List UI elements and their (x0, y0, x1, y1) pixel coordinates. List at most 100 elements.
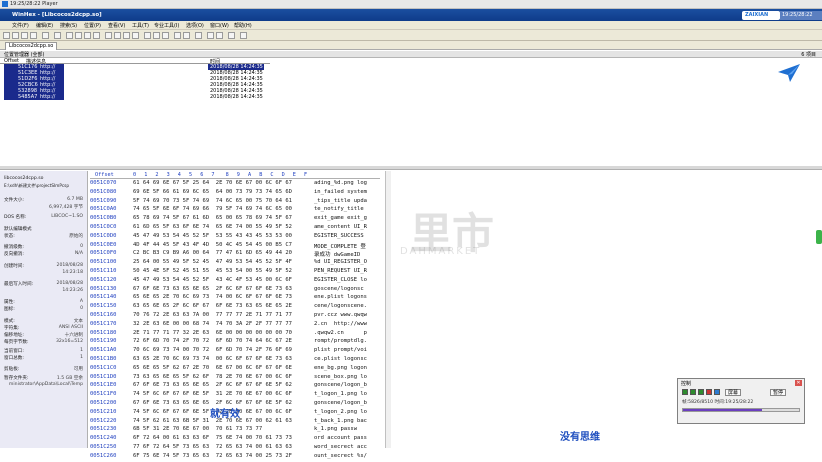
copy-icon[interactable] (75, 32, 82, 39)
hex-ascii[interactable]: exit_game exit_g (314, 215, 367, 221)
play-icon[interactable] (682, 389, 688, 395)
hex-ascii[interactable]: MODE_COMPLETE 登 (314, 242, 366, 250)
hex-row[interactable]: 0051C150 63 65 6E 65 2F 6C 6F 67 6F 6E 73… (90, 303, 390, 312)
hex-ascii[interactable]: k_1.png passw (314, 426, 357, 432)
hex-ascii[interactable]: EGISTER_SUCCESS (314, 233, 367, 239)
print-icon[interactable] (30, 32, 37, 39)
splitter[interactable] (0, 166, 822, 170)
hex-offset[interactable]: 0051C240 (90, 435, 117, 441)
hex-row[interactable]: 0051C180 2E 71 77 71 77 32 2E 63 6E 00 00… (90, 330, 390, 339)
paste-icon[interactable] (84, 32, 91, 39)
hex-ascii[interactable]: EGISTER_CLOSE lo (314, 277, 367, 283)
hex-offset[interactable]: 0051C090 (90, 198, 117, 204)
hex-bytes[interactable]: 77 6F 72 64 5F 73 65 63 72 65 63 74 00 6… (133, 444, 292, 450)
hex-bytes[interactable]: C2 BC B3 C9 B9 A6 00 64 77 47 61 6D 65 4… (133, 250, 292, 256)
hex-bytes[interactable]: 5F 74 69 70 73 5F 74 69 74 6C 65 00 75 7… (133, 198, 292, 204)
hex-offset[interactable]: 0051C1D0 (90, 374, 117, 380)
disk-icon[interactable] (174, 32, 181, 39)
hex-offset[interactable]: 0051C1E0 (90, 382, 117, 388)
hex-row[interactable]: 0051C090 5F 74 69 70 73 5F 74 69 74 6C 65… (90, 198, 390, 207)
hex-row[interactable]: 0051C200 67 6F 6E 73 63 65 6E 65 2F 6C 6F… (90, 400, 390, 409)
hex-offset[interactable]: 0051C110 (90, 268, 117, 274)
hex-ascii[interactable]: %d UI_REGISTER_O (314, 259, 367, 265)
hex-row[interactable]: 0051C1B0 63 65 2E 70 6C 69 73 74 00 6C 6F… (90, 356, 390, 365)
find-hex-icon[interactable] (114, 32, 121, 39)
goto-offset-icon[interactable] (144, 32, 151, 39)
hex-bytes[interactable]: 74 65 5F 6E 6F 74 69 66 79 5F 74 69 74 6… (133, 206, 292, 212)
hex-bytes[interactable]: 45 47 49 53 54 45 52 5F 43 4C 4F 53 45 0… (133, 277, 292, 283)
next-icon[interactable] (216, 32, 223, 39)
hex-bytes[interactable]: 72 6F 6D 70 74 2F 70 72 6F 6D 70 74 64 6… (133, 338, 292, 344)
hex-ascii[interactable]: t_logon_1.png lo (314, 391, 367, 397)
hex-row[interactable]: 0051C1D0 73 63 65 6E 65 5F 62 6F 78 2E 70… (90, 374, 390, 383)
hex-offset[interactable]: 0051C120 (90, 277, 117, 283)
hex-row[interactable]: 0051C0D0 45 47 49 53 54 45 52 5F 53 55 43… (90, 233, 390, 242)
progress-track[interactable] (682, 408, 800, 412)
hex-row[interactable]: 0051C070 61 64 69 6E 67 5F 25 64 2E 70 6E… (90, 180, 390, 189)
hex-row[interactable]: 0051C190 72 6F 6D 70 74 2F 70 72 6F 6D 70… (90, 338, 390, 347)
menu-window[interactable]: 窗口(W) (210, 22, 229, 29)
close-icon[interactable]: ✕ (795, 380, 802, 386)
hex-row[interactable]: 0051C140 65 6E 65 2E 70 6C 69 73 74 00 6C… (90, 294, 390, 303)
hex-row[interactable]: 0051C110 50 45 4E 5F 52 45 51 55 45 53 54… (90, 268, 390, 277)
hex-row[interactable]: 0051C0A0 74 65 5F 6E 6F 74 69 66 79 5F 74… (90, 206, 390, 215)
hex-offset[interactable]: 0051C250 (90, 444, 117, 450)
hex-ascii[interactable]: t_back_1.png bac (314, 418, 367, 424)
menu-pro-tools[interactable]: 专业工具(I) (154, 22, 179, 29)
hex-scrollbar[interactable] (385, 171, 391, 448)
hex-ascii[interactable]: gonscene/logon_b (314, 400, 367, 406)
hex-ascii[interactable]: word_secrect acc (314, 444, 367, 450)
list-item[interactable]: 5485A7 http:// 2018/08/28 14:24:35 (0, 94, 270, 100)
hex-offset[interactable]: 0051C260 (90, 453, 117, 459)
menu-view[interactable]: 查看(V) (108, 22, 125, 29)
menu-search[interactable]: 搜索(S) (60, 22, 77, 29)
hex-ascii[interactable]: ene_bg.png logon (314, 365, 367, 371)
hex-ascii[interactable]: rompt/promptdlg. (314, 338, 367, 344)
hex-ascii[interactable]: 录成功 dwGameID (314, 250, 364, 258)
hex-bytes[interactable]: 6B 5F 31 2E 70 6E 67 00 70 61 73 73 77 (133, 426, 262, 432)
hex-offset[interactable]: 0051C150 (90, 303, 117, 309)
hex-row[interactable]: 0051C120 45 47 49 53 54 45 52 5F 43 4C 4F… (90, 277, 390, 286)
hex-ascii[interactable]: in_failed system (314, 189, 367, 195)
hex-bytes[interactable]: 65 6E 65 5F 62 67 2E 70 6E 67 00 6C 6F 6… (133, 365, 292, 371)
hex-offset[interactable]: 0051C140 (90, 294, 117, 300)
hex-offset[interactable]: 0051C170 (90, 321, 117, 327)
hex-ascii[interactable]: ene.plist logons (314, 294, 367, 300)
help-icon[interactable] (240, 32, 247, 39)
forward-icon[interactable] (162, 32, 169, 39)
tab-libcocos2dcpp[interactable]: Libcocos2dcpp.so (5, 42, 58, 50)
hex-ascii[interactable]: t_logon_2.png lo (314, 409, 367, 415)
hex-bytes[interactable]: 65 6E 65 2E 70 6C 69 73 74 00 6C 6F 67 6… (133, 294, 292, 300)
paste-special-icon[interactable] (93, 32, 100, 39)
hex-row[interactable]: 0051C100 25 64 00 55 49 5F 52 45 47 49 53… (90, 259, 390, 268)
hex-offset[interactable]: 0051C0F0 (90, 250, 117, 256)
hex-offset[interactable]: 0051C0D0 (90, 233, 117, 239)
hex-bytes[interactable]: 65 78 69 74 5F 67 61 6D 65 00 65 78 69 7… (133, 215, 292, 221)
open-folder-icon[interactable] (12, 32, 19, 39)
side-tab[interactable] (816, 230, 822, 244)
hex-offset[interactable]: 0051C1C0 (90, 365, 117, 371)
hex-row[interactable]: 0051C0C0 61 6D 65 5F 63 6F 6E 74 65 6E 74… (90, 224, 390, 233)
hex-offset[interactable]: 0051C0A0 (90, 206, 117, 212)
pause-button[interactable]: 暂停 (770, 389, 787, 396)
hex-ascii[interactable]: scene_box.png lo (314, 374, 367, 380)
stop-icon[interactable] (690, 389, 696, 395)
hex-row[interactable]: 0051C170 32 2E 63 6E 00 00 68 74 74 70 3A… (90, 321, 390, 330)
hex-bytes[interactable]: 61 6D 65 5F 63 6F 6E 74 65 6E 74 00 55 4… (133, 224, 292, 230)
hex-row[interactable]: 0051C230 6B 5F 31 2E 70 6E 67 00 70 61 73… (90, 426, 390, 435)
hex-offset[interactable]: 0051C080 (90, 189, 117, 195)
hex-bytes[interactable]: 61 64 69 6E 67 5F 25 64 2E 70 6E 67 00 6… (133, 180, 292, 186)
hex-bytes[interactable]: 67 6F 6E 73 63 65 6E 65 2F 6C 6F 67 6F 6… (133, 286, 292, 292)
hex-ascii[interactable]: ount_secrect %s/ (314, 453, 367, 459)
hex-offset[interactable]: 0051C130 (90, 286, 117, 292)
settings-icon[interactable] (714, 389, 720, 395)
hex-row[interactable]: 0051C260 6F 75 6E 74 5F 73 65 63 72 65 63… (90, 453, 390, 462)
hex-offset[interactable]: 0051C180 (90, 330, 117, 336)
hex-offset[interactable]: 0051C0E0 (90, 242, 117, 248)
hex-bytes[interactable]: 6F 75 6E 74 5F 73 65 63 72 65 63 74 00 2… (133, 453, 292, 459)
hex-bytes[interactable]: 67 6F 6E 73 63 65 6E 65 2F 6C 6F 67 6F 6… (133, 382, 292, 388)
hex-row[interactable]: 0051C210 74 5F 6C 6F 67 6F 6E 5F 32 2E 70… (90, 409, 390, 418)
hex-ascii[interactable]: ce.plist logonsc (314, 356, 367, 362)
hex-bytes[interactable]: 63 65 6E 65 2F 6C 6F 67 6F 6E 73 63 65 6… (133, 303, 292, 309)
hex-view[interactable]: 0051C070 61 64 69 6E 67 5F 25 64 2E 70 6E… (90, 180, 390, 459)
